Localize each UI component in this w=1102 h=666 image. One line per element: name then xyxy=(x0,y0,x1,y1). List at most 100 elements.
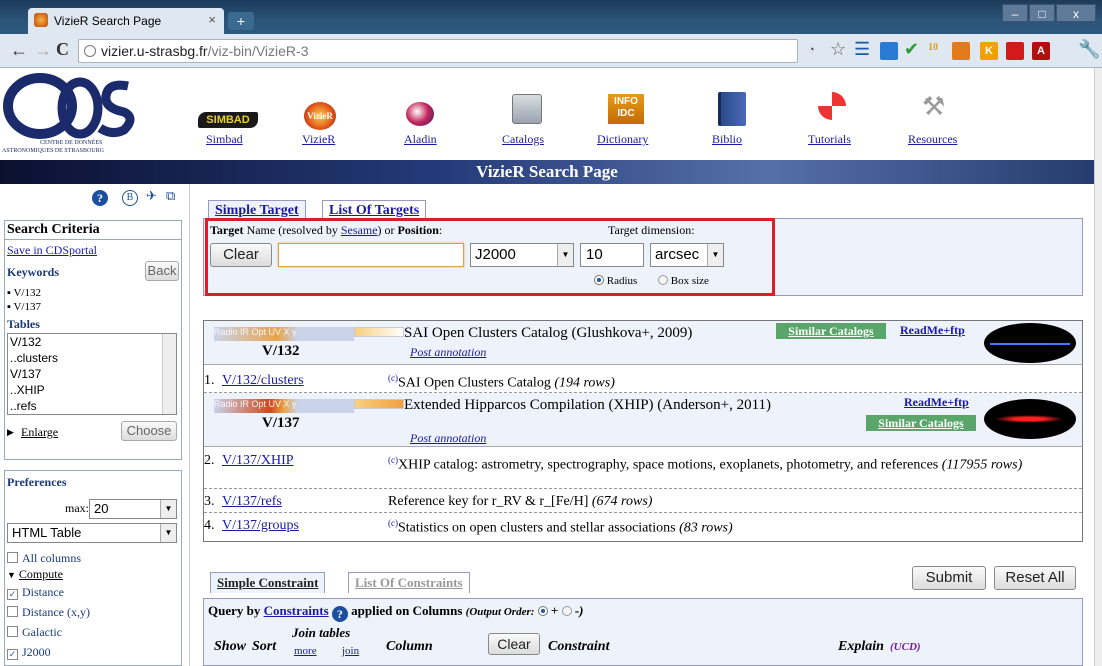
back-arrow-icon[interactable]: ← xyxy=(10,40,28,61)
url-host: vizier.u-strasbg.fr xyxy=(101,43,208,59)
j2000-checkbox[interactable]: ✓ J2000 xyxy=(7,645,51,660)
back-button[interactable]: Back xyxy=(145,261,179,281)
tab-close-icon[interactable]: × xyxy=(208,12,216,27)
nav-label-catalogs[interactable]: Catalogs xyxy=(502,132,544,147)
dictionary-icon: INFO IDC xyxy=(608,94,644,124)
help-icon[interactable]: ? xyxy=(331,606,348,622)
close-window-button[interactable]: x xyxy=(1056,4,1096,22)
distance-checkbox[interactable]: ✓ Distance xyxy=(7,585,64,600)
more-link[interactable]: more xyxy=(294,645,317,657)
chevron-down-icon: ▼ xyxy=(160,524,176,542)
extension-red-icon[interactable] xyxy=(1006,42,1024,60)
nav-label-tutorials[interactable]: Tutorials xyxy=(808,132,851,147)
cds-logo[interactable]: CENTRE DE DONNÉES ASTRONOMIQUES DE STRAS… xyxy=(0,68,140,160)
url-field[interactable]: vizier.u-strasbg.fr/viz-bin/VizieR-3 xyxy=(78,39,798,63)
tab-list-of-constraints[interactable]: List Of Constraints xyxy=(348,572,470,593)
page-scrollbar[interactable] xyxy=(1094,68,1102,666)
distance-xy-checkbox[interactable]: Distance (x,y) xyxy=(7,605,90,620)
submit-button[interactable]: Submit xyxy=(912,566,986,590)
similar-catalogs-button[interactable]: Similar Catalogs xyxy=(776,323,886,339)
reset-all-button[interactable]: Reset All xyxy=(994,566,1076,590)
save-cdsportal-link[interactable]: Save in CDSportal xyxy=(7,243,97,258)
table-option[interactable]: V/137 xyxy=(8,366,176,382)
catalog-id[interactable]: V/137 xyxy=(262,415,300,432)
table-option[interactable]: ..XHIP xyxy=(8,382,176,398)
ucd-link[interactable]: (UCD) xyxy=(890,641,921,653)
similar-catalogs-button[interactable]: Similar Catalogs xyxy=(866,415,976,431)
all-columns-checkbox[interactable]: All columns xyxy=(7,551,81,566)
clear-constraint-button[interactable]: Clear xyxy=(488,633,540,655)
pin-icon[interactable]: ✈ xyxy=(146,188,157,204)
nav-label-simbad[interactable]: Simbad xyxy=(206,132,243,147)
extension-check-icon[interactable]: ✔ xyxy=(904,39,919,60)
tools-icon: ⚒ xyxy=(922,92,946,121)
table-link[interactable]: V/137/refs xyxy=(222,494,282,510)
minimize-button[interactable]: – xyxy=(1002,4,1028,22)
detach-icon[interactable]: ⧉ xyxy=(166,188,175,204)
max-select[interactable]: 20 ▼ xyxy=(89,499,177,519)
extension-k-icon[interactable]: K xyxy=(980,42,998,60)
extension-blue-icon[interactable] xyxy=(880,42,898,60)
choose-button[interactable]: Choose xyxy=(121,421,177,441)
row-number: 1. xyxy=(204,373,215,388)
readme-link[interactable]: ReadMe+ftp xyxy=(900,323,965,338)
nav-label-vizier[interactable]: VizieR xyxy=(302,132,335,147)
join-link[interactable]: join xyxy=(342,645,359,657)
extension-calendar-icon[interactable]: 10 xyxy=(928,42,938,53)
row-number: 4. xyxy=(204,518,215,533)
show-header: Show xyxy=(214,639,246,654)
row-number: 3. xyxy=(204,494,215,509)
radio-selected-icon[interactable] xyxy=(537,606,548,616)
constraints-link[interactable]: Constraints xyxy=(264,603,329,618)
forward-arrow-icon[interactable]: → xyxy=(34,40,52,61)
wrench-icon[interactable]: 🔧 xyxy=(1078,39,1100,60)
nav-label-aladin[interactable]: Aladin xyxy=(404,132,437,147)
vizier-logo-icon: VizieR xyxy=(304,102,336,130)
keywords-label: Keywords xyxy=(7,265,59,279)
tab-simple-constraint[interactable]: Simple Constraint xyxy=(210,572,326,593)
nav-label-resources[interactable]: Resources xyxy=(908,132,957,147)
bookmark-b-icon[interactable]: B xyxy=(122,190,138,206)
format-select[interactable]: HTML Table ▼ xyxy=(7,523,177,543)
extension-adobe-icon[interactable]: A xyxy=(1032,42,1050,60)
maximize-button[interactable]: □ xyxy=(1029,4,1055,22)
nav-label-biblio[interactable]: Biblio xyxy=(712,132,742,147)
new-tab-button[interactable]: + xyxy=(228,12,254,30)
max-label: max: xyxy=(65,501,89,515)
radio-empty-icon[interactable] xyxy=(561,606,572,616)
page-icon xyxy=(84,45,96,57)
galactic-checkbox[interactable]: Galactic xyxy=(7,625,62,640)
readme-link[interactable]: ReadMe+ftp xyxy=(904,395,969,410)
compute-toggle[interactable]: ▼ Compute xyxy=(7,567,63,582)
tables-listbox[interactable]: V/132 ..clusters V/137 ..XHIP ..refs xyxy=(7,333,177,415)
table-option[interactable]: ..refs xyxy=(8,398,176,414)
nav-label-dictionary[interactable]: Dictionary xyxy=(597,132,648,147)
catalog-results: Radio IR Opt UV X γ V/132 SAI Open Clust… xyxy=(203,320,1083,542)
keyword-item: ▪ V/132 xyxy=(7,287,41,299)
extension-orange-icon[interactable] xyxy=(952,42,970,60)
catalog-bar xyxy=(354,399,404,409)
table-option[interactable]: V/132 xyxy=(8,334,176,350)
browser-tab[interactable]: VizieR Search Page × xyxy=(28,8,224,34)
table-description: (c)XHIP catalog: astrometry, spectrograp… xyxy=(388,455,1023,473)
catalog-id[interactable]: V/132 xyxy=(262,343,300,360)
post-annotation-link[interactable]: Post annotation xyxy=(410,431,486,446)
bookmark-star-icon[interactable]: ☆ xyxy=(830,39,846,60)
translate-icon[interactable]: ◔ xyxy=(808,44,815,56)
enlarge-link[interactable]: Enlarge xyxy=(21,425,58,440)
post-annotation-link[interactable]: Post annotation xyxy=(410,345,486,360)
help-icon[interactable]: ? xyxy=(92,190,108,206)
sky-map-image xyxy=(984,399,1076,439)
simbad-logo-icon: SIMBAD xyxy=(198,112,258,128)
constraint-header: Constraint xyxy=(548,639,610,654)
sort-header: Sort xyxy=(252,639,277,654)
chevron-down-icon: ▼ xyxy=(160,500,176,518)
table-link[interactable]: V/132/clusters xyxy=(222,373,304,389)
table-option[interactable]: ..clusters xyxy=(8,350,176,366)
table-link[interactable]: V/137/XHIP xyxy=(222,453,294,469)
reload-icon[interactable]: C xyxy=(56,39,69,60)
menu-icon[interactable]: ☰ xyxy=(854,39,870,60)
table-link[interactable]: V/137/groups xyxy=(222,518,299,534)
listbox-scrollbar[interactable] xyxy=(162,334,176,414)
cds-logo-icon xyxy=(3,73,135,139)
